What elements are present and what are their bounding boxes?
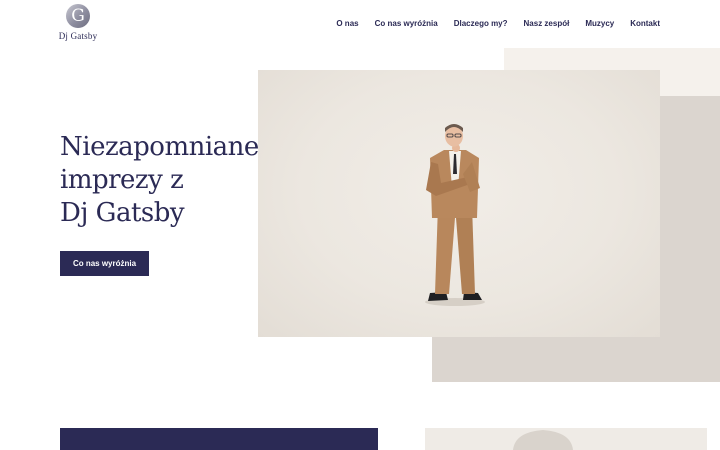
portrait-head [513,430,573,450]
nav-item-nasz-zespol[interactable]: Nasz zespół [524,19,570,29]
nav-item-muzycy[interactable]: Muzycy [585,19,614,29]
next-section-banner [60,428,378,450]
nav-item-o-nas[interactable]: O nas [336,19,358,29]
nav-item-kontakt[interactable]: Kontakt [630,19,660,29]
cta-button[interactable]: Co nas wyróżnia [60,251,149,276]
hero-title-line-3: Dj Gatsby [60,198,185,228]
hero-photo [258,70,660,337]
logo[interactable]: G Dj Gatsby [58,4,98,42]
hero-title-line-1: Niezapomniane [60,132,259,162]
nav-item-co-nas-wyroznia[interactable]: Co nas wyróżnia [375,19,438,29]
nav-item-dlaczego-my[interactable]: Dlaczego my? [454,19,508,29]
logo-text: Dj Gatsby [58,31,98,41]
right-leg [455,205,475,294]
main-nav: O nas Co nas wyróżnia Dlaczego my? Nasz … [336,19,660,29]
next-section-photo [425,428,707,450]
dj-portrait-illustration [425,124,485,306]
next-section-portrait [513,430,573,450]
hero-title: Niezapomniane imprezy z Dj Gatsby [60,131,259,230]
logo-glyph: G [71,6,85,26]
left-leg [435,205,456,294]
hero-title-line-2: imprezy z [60,165,184,195]
